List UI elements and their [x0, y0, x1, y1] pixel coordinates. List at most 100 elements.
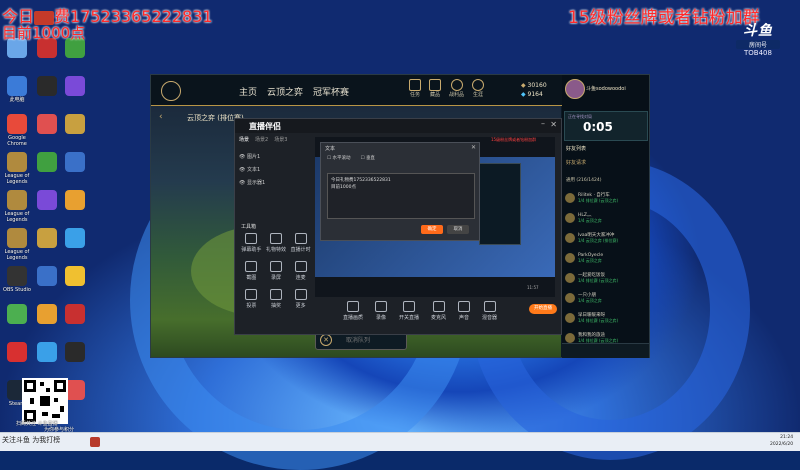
loot-icon	[450, 79, 463, 91]
desktop-icon[interactable]	[60, 76, 90, 114]
taskbar-apps	[90, 437, 100, 447]
tool-icon	[294, 233, 307, 244]
checkbox-scroll-horizontal[interactable]: ☐ 水平滚动	[327, 155, 350, 161]
desktop-icon[interactable]	[32, 304, 62, 342]
app-icon	[65, 380, 85, 400]
chip-collection[interactable]: 藏品	[429, 79, 441, 98]
desktop-icon[interactable]	[32, 266, 62, 304]
overlay-text-line2: 目前1000点	[2, 24, 86, 42]
dialog-cancel-button[interactable]: 取消	[447, 225, 469, 234]
tool-item[interactable]: 投票	[239, 289, 264, 309]
start-live-button[interactable]: 开始直播	[529, 304, 557, 314]
app-icon	[37, 76, 57, 96]
tool-item[interactable]: 截图	[239, 261, 264, 281]
bottom-tool[interactable]: 直播画质	[343, 301, 363, 321]
be-count: ◆ 9164	[521, 91, 543, 98]
desktop-icon[interactable]: 此电脑	[2, 76, 32, 114]
nav-home[interactable]: 主页	[239, 85, 257, 98]
scene-tab[interactable]: 场景2	[255, 136, 268, 143]
tool-item[interactable]: 录屏	[264, 261, 289, 281]
tool-item[interactable]: 弹幕助手	[239, 233, 264, 253]
friend-row[interactable]: HLZ灬 1/4 云顶之弈	[562, 211, 649, 225]
friend-avatar	[565, 313, 575, 323]
minimize-icon[interactable]: –	[541, 119, 545, 128]
friend-row[interactable]: 早日暖暖来呀 1/4 排位赛 (云顶之弈)	[562, 311, 649, 325]
system-clock[interactable]: 21:24 2022/6/20	[770, 434, 793, 448]
desktop-icon[interactable]: League of Legends	[2, 190, 32, 228]
app-icon	[7, 76, 27, 96]
checkbox-scroll-vertical[interactable]: ☐ 垂直	[360, 155, 374, 161]
friend-row[interactable]: Rilitek · 自行车 1/4 排位赛 (云顶之弈)	[562, 191, 649, 205]
desktop-icon[interactable]	[32, 38, 62, 76]
desktop-icon[interactable]	[32, 76, 62, 114]
friend-row[interactable]: 一只小朋 1/4 云顶之弈	[562, 291, 649, 305]
league-logo-icon[interactable]	[161, 81, 181, 101]
nav-clash[interactable]: 冠军杯赛	[313, 85, 349, 98]
tool-item[interactable]: 连麦	[288, 261, 313, 281]
desktop-icon[interactable]: Google Chrome	[2, 114, 32, 152]
friend-status: 1/4 排位赛 (云顶之弈)	[578, 318, 619, 323]
dialog-close-icon[interactable]: ✕	[471, 144, 476, 151]
friend-group[interactable]: 通用 (216/1424)	[566, 177, 602, 183]
bottom-tool[interactable]: 混音器	[482, 301, 497, 321]
bottom-tool[interactable]: 麦克风	[431, 301, 446, 321]
desktop-icon-label: League of Legends	[4, 249, 30, 261]
desktop-icon[interactable]	[2, 38, 32, 76]
tool-item[interactable]: 抽奖	[264, 289, 289, 309]
bottom-tool-icon	[403, 301, 416, 312]
desktop-icon[interactable]	[32, 152, 62, 190]
desktop-icon[interactable]	[32, 342, 62, 380]
app-icon	[65, 76, 85, 96]
desktop-icon[interactable]	[60, 152, 90, 190]
chip-profile[interactable]: 生涯	[472, 79, 485, 98]
douyu-logo-icon: 斗鱼	[743, 23, 773, 39]
desktop-icon[interactable]	[60, 190, 90, 228]
dialog-ok-button[interactable]: 确定	[421, 225, 443, 234]
source-item[interactable]: 👁 图片1	[239, 153, 313, 160]
desktop-icon[interactable]: League of Legends	[2, 228, 32, 266]
desktop-icon-label: 此电脑	[9, 97, 25, 103]
desktop-icon[interactable]	[60, 342, 90, 380]
desktop-icon-label: League of Legends	[4, 211, 30, 223]
scene-tab[interactable]: 场景3	[274, 136, 287, 143]
preview-mini-client	[479, 163, 521, 245]
chip-missions[interactable]: 任务	[409, 79, 421, 98]
desktop-icon[interactable]	[60, 228, 90, 266]
desktop-icon[interactable]	[32, 228, 62, 266]
close-icon[interactable]: ✕	[550, 120, 557, 129]
tool-item[interactable]: 直播计时	[288, 233, 313, 253]
friend-row[interactable]: 一起爱吃饭饭 1/4 排位赛 (云顶之弈)	[562, 271, 649, 285]
desktop-icon[interactable]	[32, 114, 62, 152]
back-arrow-icon[interactable]: ‹	[159, 112, 163, 122]
tool-item[interactable]: 礼物特效	[264, 233, 289, 253]
clock-date: 2022/6/20	[770, 442, 794, 447]
app-icon	[7, 228, 27, 248]
friend-row[interactable]: ParkOyecle 1/4 云顶之弈	[562, 251, 649, 265]
friend-request[interactable]: 好友请求	[566, 159, 586, 166]
bottom-tool[interactable]: 开关直播	[399, 301, 419, 321]
dialog-text-area[interactable]: 今日礼物费1752336522831 目前1000点	[327, 173, 475, 219]
desktop-icon[interactable]	[60, 38, 90, 76]
nav-tft[interactable]: 云顶之弈	[267, 85, 303, 98]
desktop-icon[interactable]	[2, 342, 32, 380]
desktop-icon[interactable]: League of Legends	[2, 152, 32, 190]
desktop-icon[interactable]	[60, 304, 90, 342]
source-item[interactable]: 👁 文本1	[239, 166, 313, 173]
watermark-room-id: TOB408	[744, 49, 772, 57]
profile-avatar[interactable]	[565, 79, 585, 99]
taskbar-app-icon[interactable]	[90, 437, 100, 447]
desktop-icon-label: Google Chrome	[7, 135, 27, 147]
scene-tab[interactable]: 场景	[239, 136, 249, 143]
source-item[interactable]: 👁 显示器1	[239, 179, 313, 186]
desktop-icon[interactable]	[60, 266, 90, 304]
desktop-icon[interactable]	[60, 114, 90, 152]
bottom-tool[interactable]: 声音	[458, 301, 471, 321]
desktop-icon[interactable]: OBS Studio	[2, 266, 32, 304]
desktop-icon[interactable]	[32, 190, 62, 228]
bottom-tool[interactable]: 录像	[375, 301, 388, 321]
rp-icon: ◆	[521, 82, 526, 89]
desktop-icon[interactable]	[2, 304, 32, 342]
friend-row[interactable]: lvaa明天大家冲冲 1/4 云顶之弈 (排位赛)	[562, 231, 649, 245]
chip-loot[interactable]: 战利品	[449, 79, 464, 98]
tool-item[interactable]: 更多	[288, 289, 313, 309]
